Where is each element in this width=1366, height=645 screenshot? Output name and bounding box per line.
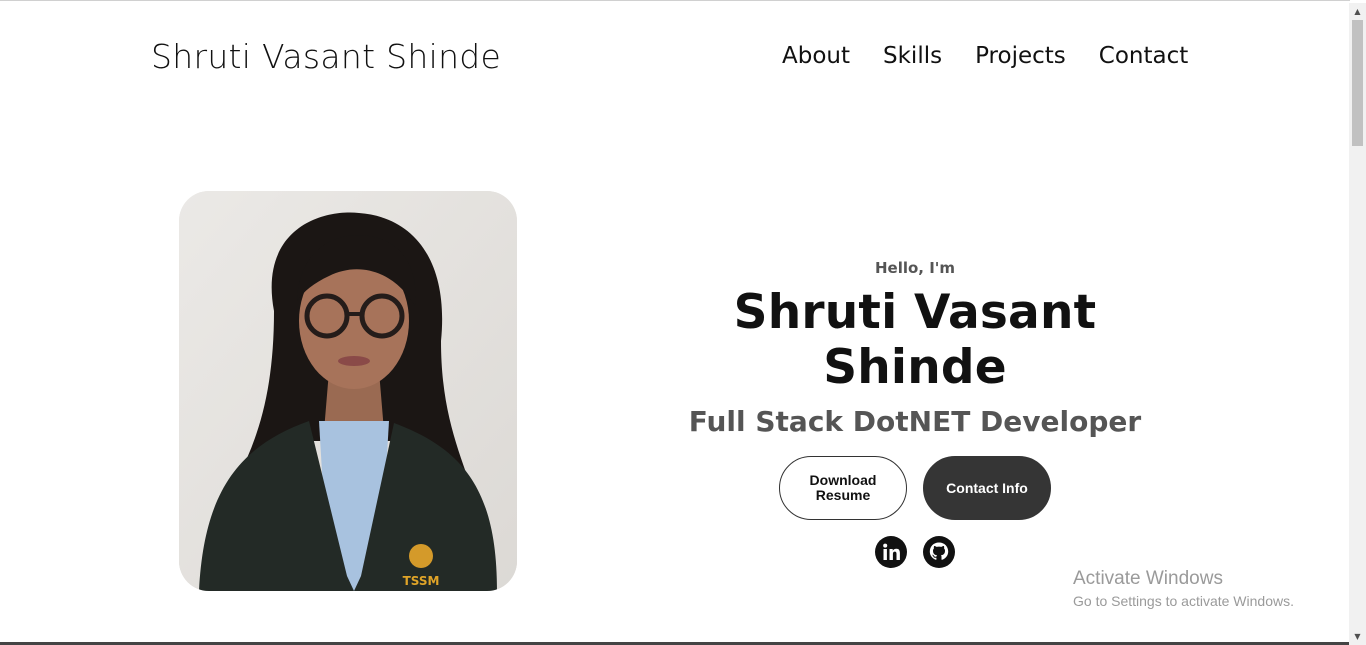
hero-name: Shruti Vasant Shinde	[733, 285, 1097, 395]
download-resume-button[interactable]: Download Resume	[779, 456, 907, 520]
linkedin-icon[interactable]	[875, 536, 907, 568]
watermark-title: Activate Windows	[1073, 568, 1223, 589]
scroll-up-arrow-icon[interactable]: ▲	[1349, 3, 1366, 20]
nav-projects[interactable]: Projects	[975, 43, 1066, 69]
hero-greeting: Hello, I'm	[874, 259, 956, 277]
hero-buttons: Download Resume Contact Info	[640, 456, 1190, 520]
scroll-down-arrow-icon[interactable]: ▼	[1349, 628, 1366, 645]
scrollbar-thumb[interactable]	[1352, 20, 1363, 146]
nav-about[interactable]: About	[782, 43, 850, 69]
windows-activation-watermark: Activate Windows Go to Settings to activ…	[1073, 568, 1294, 609]
site-logo[interactable]: Shruti Vasant Shinde	[151, 37, 501, 76]
contact-info-button[interactable]: Contact Info	[923, 456, 1051, 520]
watermark-subtitle: Go to Settings to activate Windows.	[1073, 593, 1294, 609]
nav-skills[interactable]: Skills	[883, 43, 942, 69]
page-viewport: Shruti Vasant Shinde About Skills Projec…	[0, 3, 1349, 642]
nav-contact[interactable]: Contact	[1099, 43, 1188, 69]
github-icon[interactable]	[923, 536, 955, 568]
main-nav: About Skills Projects Contact	[782, 43, 1188, 69]
hero-role: Full Stack DotNET Developer	[688, 405, 1142, 438]
social-links	[640, 536, 1190, 568]
profile-photo: TSSM	[179, 191, 517, 591]
vertical-scrollbar[interactable]: ▲ ▼	[1349, 3, 1366, 645]
blazer-badge-text: TSSM	[403, 574, 440, 588]
hero-section: Hello, I'm Shruti Vasant Shinde Full Sta…	[640, 256, 1190, 568]
